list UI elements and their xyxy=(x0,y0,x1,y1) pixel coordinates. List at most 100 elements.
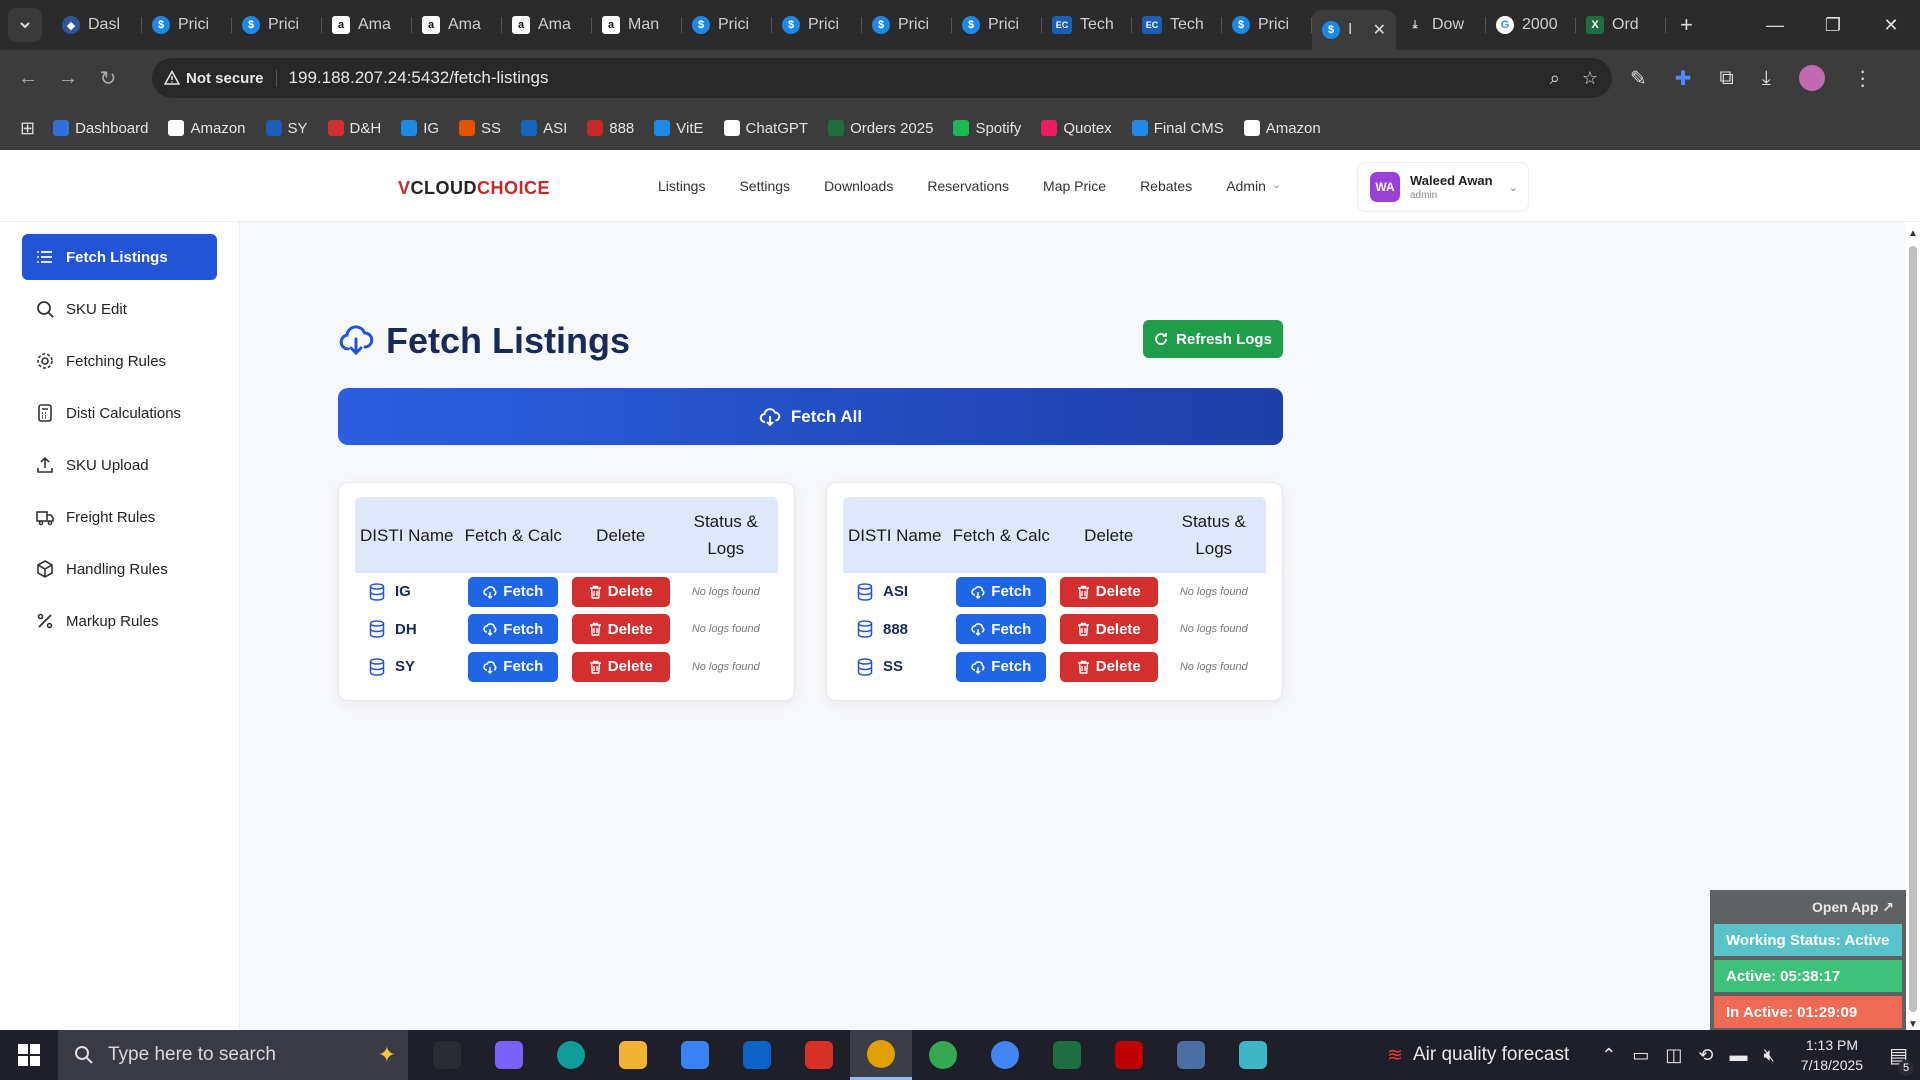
bookmark-item[interactable]: D&H xyxy=(327,120,381,137)
browser-tab-active[interactable]: $ I ✕ xyxy=(1312,10,1396,50)
taskbar-app-chrome-2[interactable] xyxy=(974,1030,1036,1080)
tab-search-button[interactable] xyxy=(8,8,42,42)
bookmark-item[interactable]: Amazon xyxy=(1243,120,1321,137)
extension-plus-icon[interactable]: ✚ xyxy=(1675,66,1692,91)
browser-tab[interactable]: $ Prici xyxy=(682,7,772,43)
taskbar-app-calculator[interactable] xyxy=(1160,1030,1222,1080)
extension-icon[interactable]: ✎ xyxy=(1630,66,1647,91)
browser-tab[interactable]: $ Prici xyxy=(862,7,952,43)
sidebar-item-sku-upload[interactable]: SKU Upload xyxy=(22,442,217,488)
browser-tab[interactable]: $ Prici xyxy=(232,7,322,43)
delete-button[interactable]: Delete xyxy=(1059,614,1158,645)
taskbar-search[interactable]: Type here to search ✦ xyxy=(58,1030,408,1080)
browser-tab[interactable]: $ Prici xyxy=(142,7,232,43)
refresh-logs-button[interactable]: Refresh Logs xyxy=(1143,320,1283,358)
sidebar-item-freight-rules[interactable]: Freight Rules xyxy=(22,494,217,540)
sidebar-item-markup-rules[interactable]: Markup Rules xyxy=(22,598,217,644)
taskbar-app-chrome[interactable] xyxy=(912,1030,974,1080)
delete-button[interactable]: Delete xyxy=(571,651,670,682)
browser-tab[interactable]: EC Tech xyxy=(1042,7,1132,43)
nav-link-listings[interactable]: Listings xyxy=(658,178,705,194)
user-menu[interactable]: WA Waleed Awan admin ⌄ xyxy=(1357,162,1529,212)
forward-icon[interactable]: → xyxy=(48,67,88,90)
taskbar-app-copilot[interactable] xyxy=(478,1030,540,1080)
notifications-button[interactable]: ▤ 5 xyxy=(1889,1043,1914,1076)
delete-button[interactable]: Delete xyxy=(571,614,670,645)
start-button[interactable] xyxy=(0,1030,58,1080)
sidebar-item-fetching-rules[interactable]: Fetching Rules xyxy=(22,338,217,384)
browser-tab[interactable]: ⤓ Dow xyxy=(1396,7,1486,43)
profile-avatar[interactable] xyxy=(1798,65,1825,91)
taskbar-app-excel[interactable] xyxy=(1036,1030,1098,1080)
nav-link-rebates[interactable]: Rebates xyxy=(1140,178,1192,194)
camera-icon[interactable]: ◫ xyxy=(1665,1045,1682,1066)
bookmark-item[interactable]: ChatGPT xyxy=(723,120,808,137)
scroll-thumb[interactable] xyxy=(1909,246,1917,1012)
apps-grid-icon[interactable]: ⊞ xyxy=(20,118,35,139)
sync-icon[interactable]: ⟲ xyxy=(1698,1045,1713,1066)
bookmark-item[interactable]: SY xyxy=(265,120,308,137)
delete-button[interactable]: Delete xyxy=(1059,576,1158,607)
taskbar-app-file-explorer[interactable] xyxy=(602,1030,664,1080)
fetch-button[interactable]: Fetch xyxy=(956,651,1047,682)
taskbar-app-app[interactable] xyxy=(1222,1030,1284,1080)
fetch-button[interactable]: Fetch xyxy=(468,576,559,607)
clock[interactable]: 1:13 PM 7/18/2025 xyxy=(1801,1035,1863,1075)
browser-tab[interactable]: $ Prici xyxy=(1222,7,1312,43)
mute-icon[interactable]: 🔇︎ xyxy=(1763,1045,1774,1066)
browser-tab[interactable]: a Ama xyxy=(322,7,412,43)
bookmark-item[interactable]: 888 xyxy=(587,120,634,137)
close-tab-icon[interactable]: ✕ xyxy=(1373,20,1386,40)
back-icon[interactable]: ← xyxy=(8,67,48,90)
reload-icon[interactable]: ↻ xyxy=(88,66,128,91)
fetch-button[interactable]: Fetch xyxy=(468,614,559,645)
browser-tab[interactable]: $ Prici xyxy=(952,7,1042,43)
menu-kebab-icon[interactable]: ⋮ xyxy=(1853,66,1873,91)
taskbar-app-edge[interactable] xyxy=(540,1030,602,1080)
minimize-icon[interactable]: — xyxy=(1746,15,1804,36)
scroll-up-icon[interactable]: ▲ xyxy=(1908,228,1918,239)
browser-tab[interactable]: a Ama xyxy=(412,7,502,43)
sidebar-item-sku-edit[interactable]: SKU Edit xyxy=(22,286,217,332)
fetch-button[interactable]: Fetch xyxy=(956,614,1047,645)
browser-tab[interactable]: a Man xyxy=(592,7,682,43)
download-icon[interactable]: ⤓ xyxy=(1762,67,1771,90)
bookmark-item[interactable]: VitE xyxy=(654,120,704,137)
bookmark-item[interactable]: Amazon xyxy=(168,120,246,137)
restore-icon[interactable]: ❐ xyxy=(1804,15,1862,36)
browser-tab[interactable]: G 2000 xyxy=(1486,7,1576,43)
chevron-up-icon[interactable]: ⌃ xyxy=(1601,1045,1616,1066)
page-scrollbar[interactable]: ▲ ▼ xyxy=(1905,222,1920,1030)
nav-link-map-price[interactable]: Map Price xyxy=(1043,178,1106,194)
close-window-icon[interactable]: ✕ xyxy=(1862,15,1920,36)
display-icon[interactable]: ▭ xyxy=(1632,1045,1649,1066)
browser-tab[interactable]: ◆ Dasl xyxy=(52,7,142,43)
delete-button[interactable]: Delete xyxy=(1059,651,1158,682)
browser-tab[interactable]: EC Tech xyxy=(1132,7,1222,43)
taskbar-app-store[interactable] xyxy=(664,1030,726,1080)
nav-link-reservations[interactable]: Reservations xyxy=(927,178,1009,194)
sidebar-item-disti-calculations[interactable]: Disti Calculations xyxy=(22,390,217,436)
taskbar-app-outlook[interactable] xyxy=(726,1030,788,1080)
sidebar-item-handling-rules[interactable]: Handling Rules xyxy=(22,546,217,592)
url-bar[interactable]: Not secure 199.188.207.24:5432/fetch-lis… xyxy=(152,58,1612,98)
sidebar-item-fetch-listings[interactable]: Fetch Listings xyxy=(22,234,217,280)
fetch-all-button[interactable]: Fetch All xyxy=(338,388,1283,445)
taskbar-app-calendar[interactable] xyxy=(788,1030,850,1080)
new-tab-button[interactable]: + xyxy=(1680,12,1693,38)
security-indicator[interactable]: Not secure xyxy=(164,69,277,87)
delete-button[interactable]: Delete xyxy=(571,576,670,607)
scroll-down-icon[interactable]: ▼ xyxy=(1908,1019,1918,1030)
browser-tab[interactable]: a Ama xyxy=(502,7,592,43)
browser-tab[interactable]: X Ord xyxy=(1576,7,1666,43)
browser-tab[interactable]: $ Prici xyxy=(772,7,862,43)
bookmark-item[interactable]: Quotex xyxy=(1041,120,1112,137)
brand-logo[interactable]: VCLOUDCHOICE xyxy=(398,178,550,199)
bookmark-item[interactable]: Orders 2025 xyxy=(828,120,933,137)
bookmark-item[interactable]: SS xyxy=(459,120,501,137)
zoom-icon[interactable]: ⌕ xyxy=(1550,68,1560,89)
nav-link-downloads[interactable]: Downloads xyxy=(824,178,893,194)
bookmark-item[interactable]: IG xyxy=(401,120,439,137)
fetch-button[interactable]: Fetch xyxy=(468,651,559,682)
nav-link-settings[interactable]: Settings xyxy=(739,178,790,194)
